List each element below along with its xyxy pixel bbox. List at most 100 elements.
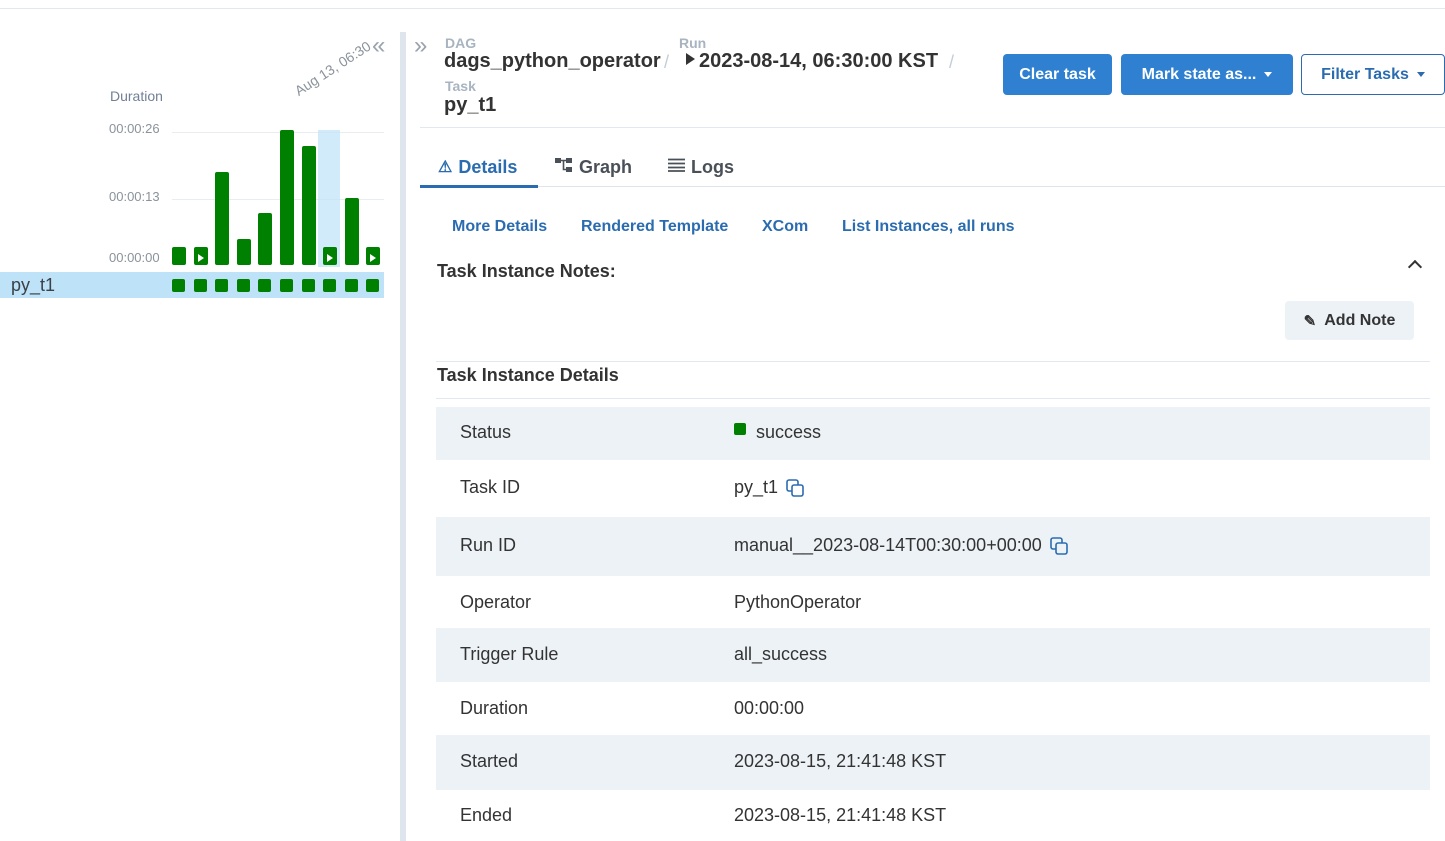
tab-graph-label: Graph xyxy=(579,156,633,177)
expand-grid-icon[interactable]: » xyxy=(414,34,427,58)
header-divider xyxy=(420,127,1445,128)
detail-key: Status xyxy=(460,422,512,442)
task-instance-square[interactable] xyxy=(258,279,272,292)
xcom-link[interactable]: XCom xyxy=(762,218,808,236)
duration-bar[interactable] xyxy=(280,130,294,265)
detail-row-operator: Operator PythonOperator xyxy=(436,576,1430,628)
duration-bar[interactable] xyxy=(366,247,381,265)
detail-value: 00:00:00 xyxy=(734,698,805,718)
duration-bar[interactable] xyxy=(323,247,338,265)
duration-axis-label: Duration xyxy=(110,88,163,104)
manual-run-icon xyxy=(327,254,334,262)
duration-bar[interactable] xyxy=(258,213,273,265)
task-instance-square[interactable] xyxy=(323,279,337,292)
rendered-template-link[interactable]: Rendered Template xyxy=(581,218,728,236)
pencil-icon: ✎ xyxy=(1303,312,1317,330)
panel-resize-handle[interactable] xyxy=(400,32,406,841)
task-instance-square[interactable] xyxy=(280,279,293,292)
manual-run-icon xyxy=(686,53,695,65)
gridline xyxy=(172,132,384,133)
mark-state-button[interactable]: Mark state as... xyxy=(1121,54,1293,95)
detail-value: 2023-08-15, 21:41:48 KST xyxy=(734,805,947,825)
filter-tasks-label: Filter Tasks xyxy=(1321,65,1409,83)
status-text: success xyxy=(756,422,822,442)
caret-down-icon xyxy=(1264,72,1273,77)
tab-logs[interactable]: Logs xyxy=(668,148,734,186)
detail-key: Started xyxy=(460,751,519,771)
tabs-divider xyxy=(420,186,1445,187)
breadcrumb-run-label: Run xyxy=(679,35,707,51)
copy-icon[interactable] xyxy=(1049,536,1068,555)
graph-icon xyxy=(555,157,573,178)
filter-tasks-button[interactable]: Filter Tasks xyxy=(1301,54,1445,95)
breadcrumb-dag-label: DAG xyxy=(445,35,477,51)
detail-key: Operator xyxy=(460,592,532,612)
detail-row-status: Status success xyxy=(436,407,1430,460)
detail-row-trigger-rule: Trigger Rule all_success xyxy=(436,628,1430,682)
tab-details-label: Details xyxy=(458,156,518,177)
detail-key: Run ID xyxy=(460,535,517,555)
detail-row-ended: Ended 2023-08-15, 21:41:48 KST xyxy=(436,790,1430,841)
detail-value: PythonOperator xyxy=(734,592,862,612)
task-instance-square[interactable] xyxy=(215,279,229,292)
duration-bar[interactable] xyxy=(236,239,251,265)
detail-key: Trigger Rule xyxy=(460,644,559,664)
grid-panel: « Duration 00:00:26 00:00:13 00:00:00 Au… xyxy=(0,0,400,841)
run-id-text: manual__2023-08-14T00:30:00+00:00 xyxy=(734,535,1042,555)
task-instance-square[interactable] xyxy=(366,279,380,292)
notes-title: Task Instance Notes: xyxy=(437,261,616,281)
detail-key: Ended xyxy=(460,805,513,825)
hover-run-date: Aug 13, 06:30 xyxy=(291,37,374,99)
chevron-up-icon[interactable] xyxy=(1407,259,1423,275)
detail-row-started: Started 2023-08-15, 21:41:48 KST xyxy=(436,735,1430,790)
copy-icon[interactable] xyxy=(786,478,804,497)
y-tick-label: 00:00:26 xyxy=(109,121,160,136)
task-instance-square[interactable] xyxy=(193,279,207,292)
duration-bar[interactable] xyxy=(301,145,316,265)
detail-value: manual__2023-08-14T00:30:00+00:00 xyxy=(734,535,1068,556)
task-instance-square[interactable] xyxy=(301,279,315,292)
details-divider xyxy=(436,398,1430,399)
success-status-icon xyxy=(734,422,746,435)
mark-state-label: Mark state as... xyxy=(1141,65,1257,83)
task-id-text: py_t1 xyxy=(734,477,779,497)
tab-details[interactable]: ⚠ Details xyxy=(438,148,517,186)
add-note-label: Add Note xyxy=(1324,311,1396,329)
more-details-link[interactable]: More Details xyxy=(452,218,547,236)
details-title: Task Instance Details xyxy=(437,365,619,385)
duration-bar[interactable] xyxy=(193,247,208,265)
duration-bar[interactable] xyxy=(172,247,186,265)
collapse-grid-icon[interactable]: « xyxy=(372,34,385,58)
clear-task-button[interactable]: Clear task xyxy=(1003,54,1112,95)
duration-bar[interactable] xyxy=(344,197,359,265)
detail-row-run-id: Run ID manual__2023-08-14T00:30:00+00:00 xyxy=(436,517,1430,576)
detail-value: py_t1 xyxy=(734,477,804,498)
task-instance-square[interactable] xyxy=(344,279,358,292)
clear-task-label: Clear task xyxy=(1019,65,1096,83)
active-tab-indicator xyxy=(420,185,538,188)
caret-down-icon xyxy=(1416,72,1425,77)
breadcrumb-task[interactable]: py_t1 xyxy=(444,94,496,117)
task-instance-square[interactable] xyxy=(236,279,250,292)
warning-triangle-icon: ⚠ xyxy=(438,159,453,176)
tab-logs-label: Logs xyxy=(691,156,734,177)
duration-bar[interactable] xyxy=(215,171,230,265)
list-instances-link[interactable]: List Instances, all runs xyxy=(842,218,1015,236)
add-note-button[interactable]: ✎ Add Note xyxy=(1285,301,1414,340)
tab-graph[interactable]: Graph xyxy=(555,148,632,186)
y-tick-label: 00:00:00 xyxy=(109,250,160,265)
task-row[interactable]: py_t1 xyxy=(0,272,384,298)
task-instance-square[interactable] xyxy=(172,279,185,292)
manual-run-icon xyxy=(370,254,377,262)
breadcrumb-dag[interactable]: dags_python_operator xyxy=(444,50,661,73)
task-row-name: py_t1 xyxy=(11,275,56,295)
detail-value: 2023-08-15, 21:41:48 KST xyxy=(734,751,947,771)
list-lines-icon xyxy=(668,158,685,177)
y-tick-label: 00:00:13 xyxy=(109,189,160,204)
detail-row-task-id: Task ID py_t1 xyxy=(436,460,1430,517)
detail-key: Task ID xyxy=(460,477,521,497)
breadcrumb-separator: / xyxy=(664,52,670,72)
breadcrumb-run[interactable]: 2023-08-14, 06:30:00 KST xyxy=(699,50,938,73)
manual-run-icon xyxy=(197,254,204,262)
detail-key: Duration xyxy=(460,698,529,718)
